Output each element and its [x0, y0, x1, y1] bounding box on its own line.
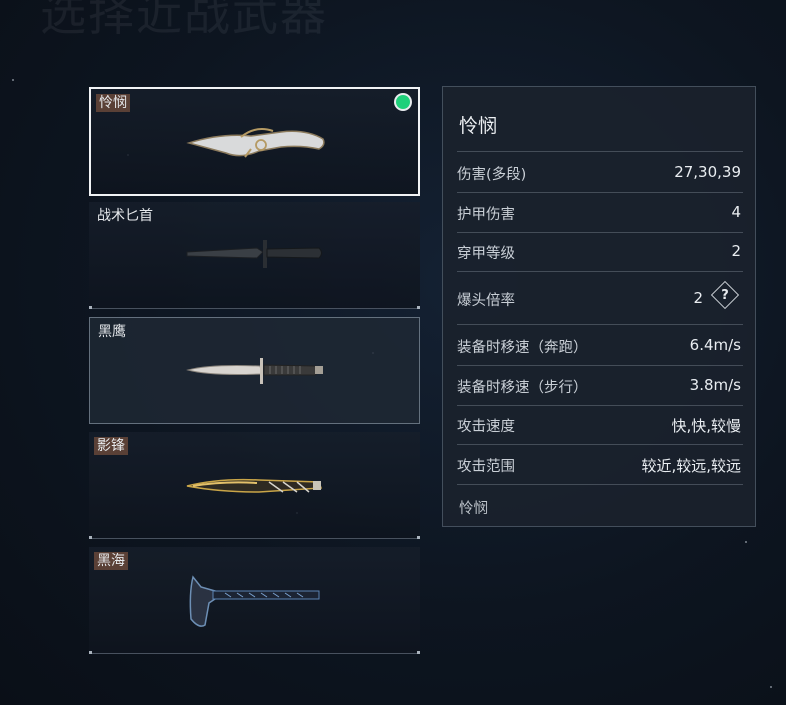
divider [457, 484, 743, 485]
weapon-stats-panel: 怜悯 伤害(多段) 27,30,39 护甲伤害 4 穿甲等级 2 爆头倍率 2 … [442, 86, 756, 527]
stat-row-attack-speed: 攻击速度 快,快,较慢 [457, 415, 743, 436]
stat-label: 爆头倍率 [457, 293, 515, 309]
weapon-name: 战术匕首 [97, 208, 153, 224]
karambit-knife-icon [186, 128, 325, 158]
weapon-name: 影锋 [94, 437, 128, 455]
stat-row-headshot-multiplier: 爆头倍率 2 ? [457, 280, 743, 310]
shadow-blade-icon [186, 478, 323, 493]
stat-value: 3.8m/s [689, 376, 741, 394]
screen-title-background: 选择近战武器 [40, 0, 328, 41]
help-icon[interactable]: ? [710, 280, 740, 310]
tomahawk-axe-icon [189, 575, 320, 627]
weapon-card-black-eagle[interactable]: 黑鹰 [89, 317, 420, 424]
stat-row-run-speed: 装备时移速（奔跑） 6.4m/s [457, 336, 743, 357]
divider [457, 151, 743, 152]
stat-value: 快,快,较慢 [671, 417, 741, 435]
black-eagle-knife-icon [186, 358, 323, 384]
weapon-description: 怜悯 [459, 501, 488, 517]
stat-value: 2 [693, 289, 703, 307]
divider [457, 405, 743, 406]
background-star [12, 79, 14, 81]
card-corner [417, 651, 420, 654]
weapon-name: 黑海 [94, 552, 128, 570]
stat-label: 伤害(多段) [457, 167, 527, 183]
stat-row-damage: 伤害(多段) 27,30,39 [457, 163, 743, 184]
stat-label: 装备时移速（步行） [457, 380, 588, 396]
stat-value: 4 [731, 203, 741, 221]
stat-label: 装备时移速（奔跑） [457, 340, 588, 356]
divider [457, 232, 743, 233]
stat-row-attack-range: 攻击范围 较近,较远,较远 [457, 455, 743, 476]
stat-label: 攻击范围 [457, 459, 515, 475]
card-corner [417, 536, 420, 539]
stat-label: 护甲伤害 [457, 207, 515, 223]
weapon-card-black-sea[interactable]: 黑海 [89, 547, 420, 654]
stat-row-armor-damage: 护甲伤害 4 [457, 203, 743, 224]
card-corner [89, 306, 92, 309]
stats-weapon-title: 怜悯 [459, 115, 498, 137]
divider [457, 444, 743, 445]
weapon-list: 怜悯 战术匕首 黑鹰 影锋 黑海 [89, 87, 422, 662]
equipped-indicator-icon [396, 95, 410, 109]
divider [457, 365, 743, 366]
divider [457, 324, 743, 325]
weapon-name: 怜悯 [96, 94, 130, 112]
stat-label: 穿甲等级 [457, 246, 515, 262]
card-corner [89, 536, 92, 539]
stat-row-penetration: 穿甲等级 2 [457, 242, 743, 263]
stat-value: 27,30,39 [674, 163, 741, 181]
stat-row-walk-speed: 装备时移速（步行） 3.8m/s [457, 376, 743, 397]
stat-value: 较近,较远,较远 [641, 457, 741, 475]
stat-value: 2 [731, 242, 741, 260]
divider [457, 271, 743, 272]
stat-label: 攻击速度 [457, 419, 515, 435]
tactical-dagger-icon [186, 240, 322, 268]
background-star [770, 686, 772, 688]
weapon-card-mercy[interactable]: 怜悯 [89, 87, 420, 196]
background-star [745, 541, 747, 543]
card-corner [89, 651, 92, 654]
divider [457, 192, 743, 193]
stat-value: 6.4m/s [689, 336, 741, 354]
weapon-card-shadow-blade[interactable]: 影锋 [89, 432, 420, 539]
card-corner [417, 306, 420, 309]
weapon-card-tactical-dagger[interactable]: 战术匕首 [89, 202, 420, 309]
weapon-name: 黑鹰 [98, 324, 126, 340]
